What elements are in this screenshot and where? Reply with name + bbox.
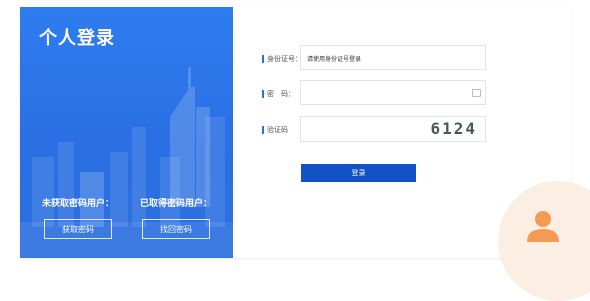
left-banner: 个人登录 未获取密码用户： 已取得密码用户： 获取密码 找回密码 bbox=[20, 7, 233, 258]
get-password-button[interactable]: 获取密码 bbox=[44, 219, 112, 239]
login-button[interactable]: 登录 bbox=[301, 164, 416, 182]
password-label: 密 码： bbox=[262, 90, 295, 98]
lock-icon bbox=[472, 89, 481, 97]
unregistered-hint: 未获取密码用户： bbox=[42, 199, 115, 209]
captcha-label: 验证码 bbox=[262, 126, 288, 134]
password-input[interactable] bbox=[301, 83, 483, 106]
id-number-input[interactable] bbox=[301, 48, 483, 71]
password-field bbox=[300, 80, 486, 106]
captcha-field: 6124 bbox=[300, 116, 486, 142]
captcha-input[interactable] bbox=[301, 119, 433, 142]
registered-hint: 已取得密码用户： bbox=[140, 199, 213, 209]
id-number-label: 身份证号： bbox=[262, 55, 302, 63]
captcha-image[interactable]: 6124 bbox=[430, 119, 477, 138]
id-number-field bbox=[300, 45, 486, 71]
retrieve-password-button[interactable]: 找回密码 bbox=[142, 219, 210, 239]
avatar-icon bbox=[527, 211, 559, 242]
page-title: 个人登录 bbox=[39, 28, 115, 49]
